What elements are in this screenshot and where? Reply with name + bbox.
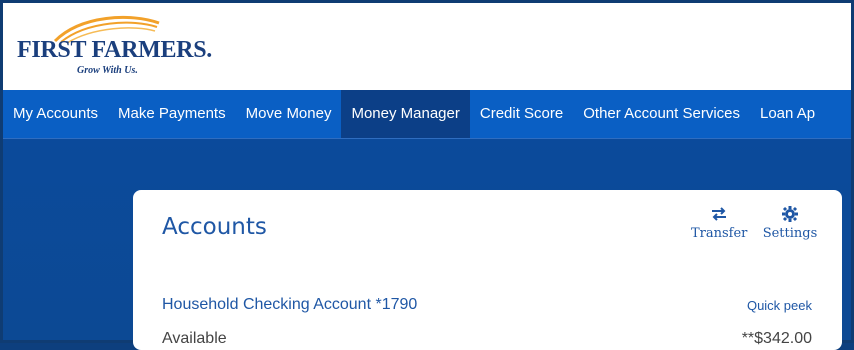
nav-money-manager[interactable]: Money Manager	[341, 90, 470, 138]
nav-credit-score[interactable]: Credit Score	[470, 90, 573, 138]
transfer-button[interactable]: Transfer	[691, 206, 747, 241]
accounts-card: Accounts Transfer Settings Household Che…	[133, 190, 842, 350]
gear-icon	[760, 206, 820, 226]
nav-divider	[3, 138, 851, 139]
settings-button[interactable]: Settings	[760, 206, 820, 241]
nav-my-accounts[interactable]: My Accounts	[3, 90, 108, 138]
account-name-link[interactable]: Household Checking Account *1790	[162, 296, 417, 314]
transfer-label: Transfer	[691, 226, 748, 241]
available-label: Available	[162, 330, 227, 347]
nav-move-money[interactable]: Move Money	[236, 90, 342, 138]
nav-make-payments[interactable]: Make Payments	[108, 90, 236, 138]
brand-name: FIRST FARMERS.	[17, 37, 212, 63]
brand-tagline: Grow With Us.	[77, 65, 138, 76]
main-nav: My Accounts Make Payments Move Money Mon…	[3, 90, 851, 138]
available-balance: **$342.00	[741, 330, 812, 347]
quick-peek-link[interactable]: Quick peek	[747, 298, 812, 313]
swap-arrows-icon	[691, 206, 747, 226]
site-header: FIRST FARMERS. Grow With Us.	[3, 3, 851, 90]
accounts-title: Accounts	[162, 214, 267, 240]
nav-other-account-services[interactable]: Other Account Services	[573, 90, 750, 138]
first-farmers-logo[interactable]: FIRST FARMERS. Grow With Us.	[17, 9, 227, 79]
nav-loan-applications[interactable]: Loan Ap	[750, 90, 825, 138]
settings-label: Settings	[762, 226, 818, 241]
